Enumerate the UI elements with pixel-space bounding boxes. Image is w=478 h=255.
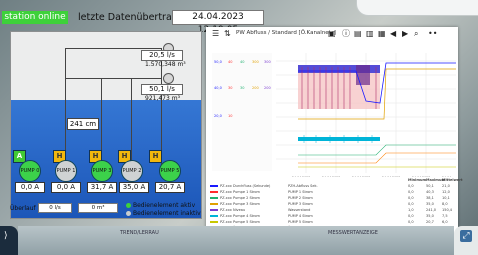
- pump-current: 20,7 A: [155, 182, 185, 193]
- table-row[interactable]: PZ.xxx Pumpe 2 Strom PUMP 2 Strom 0,0 38,1 1…: [210, 196, 454, 201]
- water-level: 241 cm: [67, 118, 99, 130]
- svg-text:300: 300: [252, 60, 259, 64]
- series-pump-bars: [298, 65, 380, 109]
- legend-inactive-icon: [126, 211, 131, 216]
- zoom-icon[interactable]: ⌕: [414, 29, 418, 39]
- viewer-toolbar: ☰ ⇅ PW Abfluss / Standard [Ö.Kanalnetz] …: [206, 27, 458, 41]
- svg-text:40: 40: [240, 60, 244, 64]
- overflow-volume: 0 m³: [78, 203, 118, 213]
- bottom-strip: [18, 226, 454, 255]
- table-row[interactable]: PZ.xxx Pumpe 4 Strom PUMP 4 Strom 0,0 35,0 7…: [210, 214, 454, 219]
- view1-icon[interactable]: ▤: [354, 29, 362, 39]
- status-badge: station online: [2, 11, 68, 24]
- pump-0-icon[interactable]: PUMP 0: [19, 160, 41, 182]
- valve-icon[interactable]: [163, 73, 174, 84]
- svg-text:300: 300: [264, 60, 271, 64]
- pump-2-icon[interactable]: PUMP 2: [121, 160, 143, 182]
- back-icon[interactable]: ◀: [390, 29, 396, 39]
- forward-icon[interactable]: ▶: [402, 29, 408, 39]
- table-header: Minimum Maximum Mittelwert: [408, 178, 463, 182]
- chevron-icon[interactable]: ⟩: [4, 232, 13, 241]
- more-icon[interactable]: ••: [428, 29, 437, 39]
- trend-chart[interactable]: 50,0 40,0 20,0 40 30 10 40 30 300 200 300 200: [206, 41, 458, 191]
- flow-rate-1: 20,5 l/s: [141, 50, 183, 61]
- series-band: [298, 137, 380, 141]
- pipe: [65, 78, 161, 79]
- legend-active-icon: [126, 203, 131, 208]
- hand-marker: H: [149, 150, 162, 163]
- svg-text:40,0: 40,0: [214, 86, 222, 90]
- pump-current: 0,0 A: [15, 182, 45, 193]
- legend-active: Bedienelement aktiv: [126, 202, 195, 209]
- pump-current: 31,7 A: [87, 182, 117, 193]
- svg-text:200: 200: [264, 86, 271, 90]
- pipe: [65, 48, 161, 49]
- tank-water: [11, 100, 201, 218]
- table-row[interactable]: PZ.xxx Niveau Wasserstand 1,0 241,0 150,4: [210, 208, 454, 213]
- view2-icon[interactable]: ▥: [366, 29, 374, 39]
- bottom-left-label: TREND/LERRAU: [120, 230, 159, 236]
- table-row[interactable]: PZ.xxx Pumpe 1 Strom PUMP 1 Strom 0,0 40,3 1…: [210, 190, 454, 195]
- flow-total-2: 921,473 m³: [145, 95, 180, 102]
- trend-viewer: ☰ ⇅ PW Abfluss / Standard [Ö.Kanalnetz] …: [206, 27, 463, 239]
- menu-icon[interactable]: ☰: [212, 29, 219, 39]
- table-row[interactable]: PZ.xxx Durchfluss (Sekunde) PZH-Abfluss S…: [210, 184, 454, 189]
- bottom-right-label: MESSWERTANZEIGE: [328, 230, 378, 236]
- svg-text:20,0: 20,0: [214, 114, 222, 118]
- pump-current: 0,0 A: [51, 182, 81, 193]
- pump-1-icon[interactable]: PUMP 1: [55, 160, 77, 182]
- flow-rate-2: 50,1 l/s: [141, 84, 183, 95]
- pump-5-icon[interactable]: PUMP 5: [159, 160, 181, 182]
- save-icon[interactable]: ▣: [328, 29, 336, 39]
- svg-text:200: 200: [252, 86, 259, 90]
- svg-text:40: 40: [228, 60, 232, 64]
- overflow-label: Überlauf: [10, 205, 36, 212]
- legend-inactive: Bedienelement inaktiv: [126, 210, 201, 217]
- flow-total-1: 1.570,348 m³: [145, 61, 186, 68]
- overflow-rate: 0 l/s: [38, 203, 72, 213]
- svg-text:30: 30: [228, 86, 232, 90]
- tool-icon[interactable]: ⤢: [460, 230, 472, 242]
- process-diagram: 20,5 l/s 1.570,348 m³ 50,1 l/s 921,473 m…: [10, 31, 202, 219]
- axis-column-area: [212, 53, 272, 171]
- overflow-info: Überlauf 0 l/s 0 m³ Bedienelement aktiv …: [10, 202, 210, 222]
- svg-text:30: 30: [240, 86, 244, 90]
- tree-icon[interactable]: ⇅: [224, 29, 231, 39]
- pump-current: 35,0 A: [119, 182, 149, 193]
- table-row[interactable]: PZ.xxx Pumpe 3 Strom PUMP 3 Strom 0,0 35,0 8…: [210, 202, 454, 207]
- last-transfer-value: 24.04.2023 12:19:05: [172, 10, 264, 35]
- pump-3-icon[interactable]: PUMP 3: [91, 160, 113, 182]
- pipe: [131, 78, 132, 168]
- table-row[interactable]: PZ.xxx Pumpe 5 Strom PUMP 5 Strom 0,0 20,7 6…: [210, 220, 454, 225]
- svg-text:50,0: 50,0: [214, 60, 222, 64]
- info-icon[interactable]: ⓘ: [342, 29, 350, 39]
- corner-card: [356, 0, 478, 16]
- svg-text:10: 10: [228, 114, 232, 118]
- viewer-title: PW Abfluss / Standard [Ö.Kanalnetz]: [236, 30, 336, 36]
- view3-icon[interactable]: ▦: [378, 29, 386, 39]
- y-axis-columns: [212, 53, 272, 171]
